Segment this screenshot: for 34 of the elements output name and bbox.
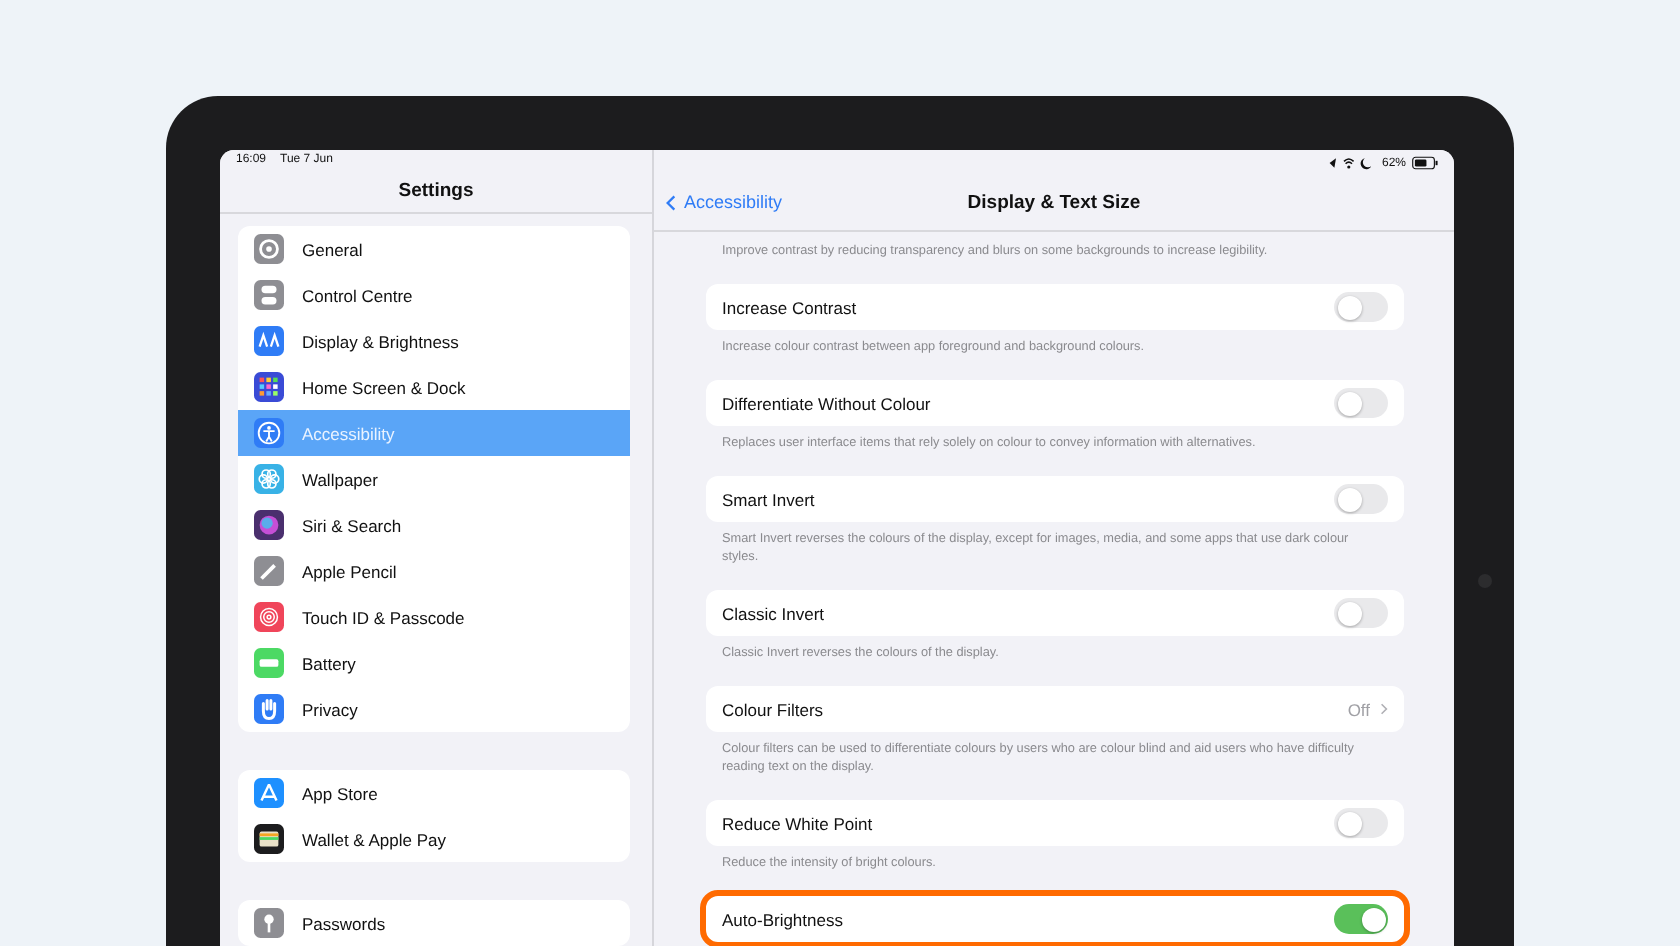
- sidebar-item[interactable]: Touch ID & Passcode: [238, 594, 630, 640]
- settings-row[interactable]: Auto-Brightness: [706, 896, 1404, 942]
- settings-row[interactable]: Increase Contrast: [706, 284, 1404, 330]
- settings-row[interactable]: Reduce White Point: [706, 800, 1404, 846]
- sidebar-item[interactable]: Wallet & Apple Pay: [238, 816, 630, 862]
- toggle-switch[interactable]: [1334, 292, 1388, 322]
- sidebar-item[interactable]: Siri & Search: [238, 502, 630, 548]
- toggle-switch[interactable]: [1334, 598, 1388, 628]
- sidebar-title: Settings: [398, 180, 474, 203]
- sidebar-item[interactable]: Control Centre: [238, 272, 630, 318]
- sidebar-item[interactable]: General: [238, 226, 630, 272]
- toggle-switch[interactable]: [1334, 904, 1388, 934]
- toggle-switch[interactable]: [1334, 808, 1388, 838]
- row-value: Off: [1347, 699, 1370, 719]
- sidebar-item[interactable]: Wallpaper: [238, 456, 630, 502]
- settings-row[interactable]: Colour Filters Off: [706, 686, 1404, 732]
- settings-row[interactable]: Classic Invert: [706, 590, 1404, 636]
- sidebar-item[interactable]: Apple Pencil: [238, 548, 630, 594]
- chevron-icon: [1380, 702, 1388, 716]
- status-icons: [1327, 156, 1376, 170]
- settings-row[interactable]: Smart Invert: [706, 476, 1404, 522]
- sidebar-item[interactable]: Home Screen & Dock: [238, 364, 630, 410]
- sidebar-item[interactable]: Passwords: [238, 900, 630, 946]
- back-chevron-icon: [666, 193, 676, 211]
- toggle-switch[interactable]: [1334, 388, 1388, 418]
- toggle-switch[interactable]: [1334, 484, 1388, 514]
- sidebar-item[interactable]: Battery: [238, 640, 630, 686]
- page-title: Display & Text Size: [967, 192, 1141, 214]
- sidebar-item[interactable]: Display & Brightness: [238, 318, 630, 364]
- sidebar-item[interactable]: Privacy: [238, 686, 630, 732]
- settings-row[interactable]: Differentiate Without Colour: [706, 380, 1404, 426]
- back-link[interactable]: Accessibility: [666, 192, 783, 212]
- battery-icon: [1412, 156, 1438, 170]
- sidebar-item[interactable]: App Store: [238, 770, 630, 816]
